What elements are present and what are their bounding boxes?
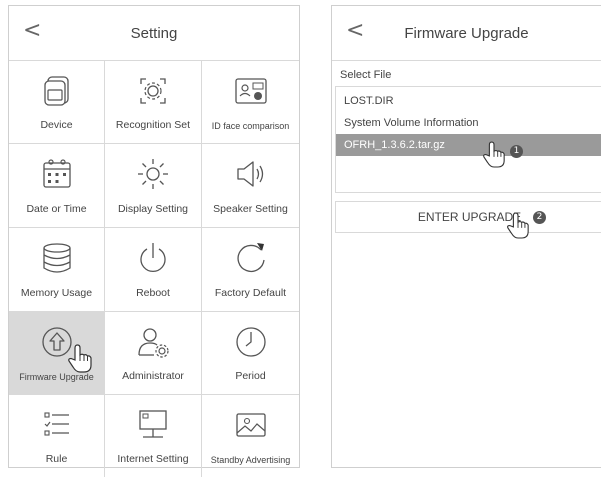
settings-item-label: Firmware Upgrade <box>19 372 94 382</box>
settings-item-label: ID face comparison <box>211 121 290 131</box>
image-icon <box>235 413 266 437</box>
file-item[interactable]: LOST.DIR <box>336 90 601 112</box>
settings-item-label: Factory Default <box>214 287 287 299</box>
enter-upgrade-button[interactable]: ENTER UPGRADE 2 <box>335 201 601 239</box>
settings-item-label: Administrator <box>122 370 184 382</box>
calendar-icon <box>42 159 71 188</box>
settings-header: < Setting <box>9 6 299 61</box>
power-icon <box>140 243 166 273</box>
database-icon <box>42 243 71 273</box>
speaker-icon <box>236 161 263 187</box>
settings-item-memory-usage[interactable]: Memory Usage <box>9 228 105 312</box>
face-scan-gear-icon <box>140 78 166 104</box>
settings-item-device[interactable]: Device <box>9 61 105 144</box>
settings-item-label: Display Setting <box>117 203 189 215</box>
clock-icon <box>235 327 266 357</box>
settings-item-label: Device <box>40 119 73 131</box>
file-item[interactable]: System Volume Information <box>336 112 601 134</box>
reset-icon <box>236 243 265 273</box>
settings-item-label: Period <box>235 370 266 382</box>
brightness-icon <box>138 159 168 189</box>
settings-item-label: Memory Usage <box>20 287 93 299</box>
step-badge: 2 <box>533 211 546 224</box>
back-button[interactable]: < <box>23 20 41 42</box>
settings-item-display-setting[interactable]: Display Setting <box>105 144 202 228</box>
settings-item-label: Rule <box>45 453 68 465</box>
back-button[interactable]: < <box>346 20 364 42</box>
settings-item-label: Internet Setting <box>117 453 189 465</box>
settings-grid: Device Recognition Set ID face compariso… <box>9 61 299 477</box>
step-badge: 1 <box>510 145 523 158</box>
file-item-label: OFRH_1.3.6.2.tar.gz <box>344 139 445 151</box>
pointer-hand-icon <box>68 344 92 373</box>
settings-item-label: Speaker Setting <box>213 203 288 215</box>
select-file-label: Select File <box>340 69 392 81</box>
settings-item-internet-setting[interactable]: Internet Setting <box>105 395 202 477</box>
settings-item-factory-default[interactable]: Factory Default <box>202 228 299 312</box>
settings-screen: < Setting Device Recognition Set ID face… <box>8 5 300 477</box>
file-list: LOST.DIR System Volume Information OFRH_… <box>335 86 601 193</box>
device-icon <box>43 76 69 106</box>
checklist-icon <box>43 412 69 436</box>
firmware-header: < Firmware Upgrade <box>332 6 601 61</box>
settings-item-recognition-set[interactable]: Recognition Set <box>105 61 202 144</box>
id-card-face-icon <box>234 78 267 104</box>
settings-item-standby-advertising[interactable]: Standby Advertising <box>202 395 299 477</box>
settings-item-period[interactable]: Period <box>202 312 299 395</box>
settings-item-administrator[interactable]: Administrator <box>105 312 202 395</box>
settings-item-rule[interactable]: Rule <box>9 395 105 477</box>
settings-item-firmware-upgrade[interactable]: Firmware Upgrade <box>9 312 105 395</box>
pointer-hand-icon <box>483 141 505 168</box>
page-title: Setting <box>130 24 178 42</box>
settings-item-date-or-time[interactable]: Date or Time <box>9 144 105 228</box>
page-title: Firmware Upgrade <box>404 24 529 42</box>
settings-item-label: Standby Advertising <box>210 455 291 465</box>
settings-item-reboot[interactable]: Reboot <box>105 228 202 312</box>
settings-item-id-face-comparison[interactable]: ID face comparison <box>202 61 299 144</box>
pointer-hand-icon <box>507 212 529 239</box>
file-item-selected[interactable]: OFRH_1.3.6.2.tar.gz <box>336 134 601 156</box>
network-icon <box>139 410 167 438</box>
settings-item-label: Date or Time <box>26 203 87 215</box>
settings-item-label: Reboot <box>136 287 170 299</box>
firmware-upgrade-screen: < Firmware Upgrade Select File LOST.DIR … <box>331 5 601 468</box>
settings-item-label: Recognition Set <box>115 119 191 131</box>
settings-item-speaker-setting[interactable]: Speaker Setting <box>202 144 299 228</box>
admin-gear-icon <box>138 328 169 358</box>
